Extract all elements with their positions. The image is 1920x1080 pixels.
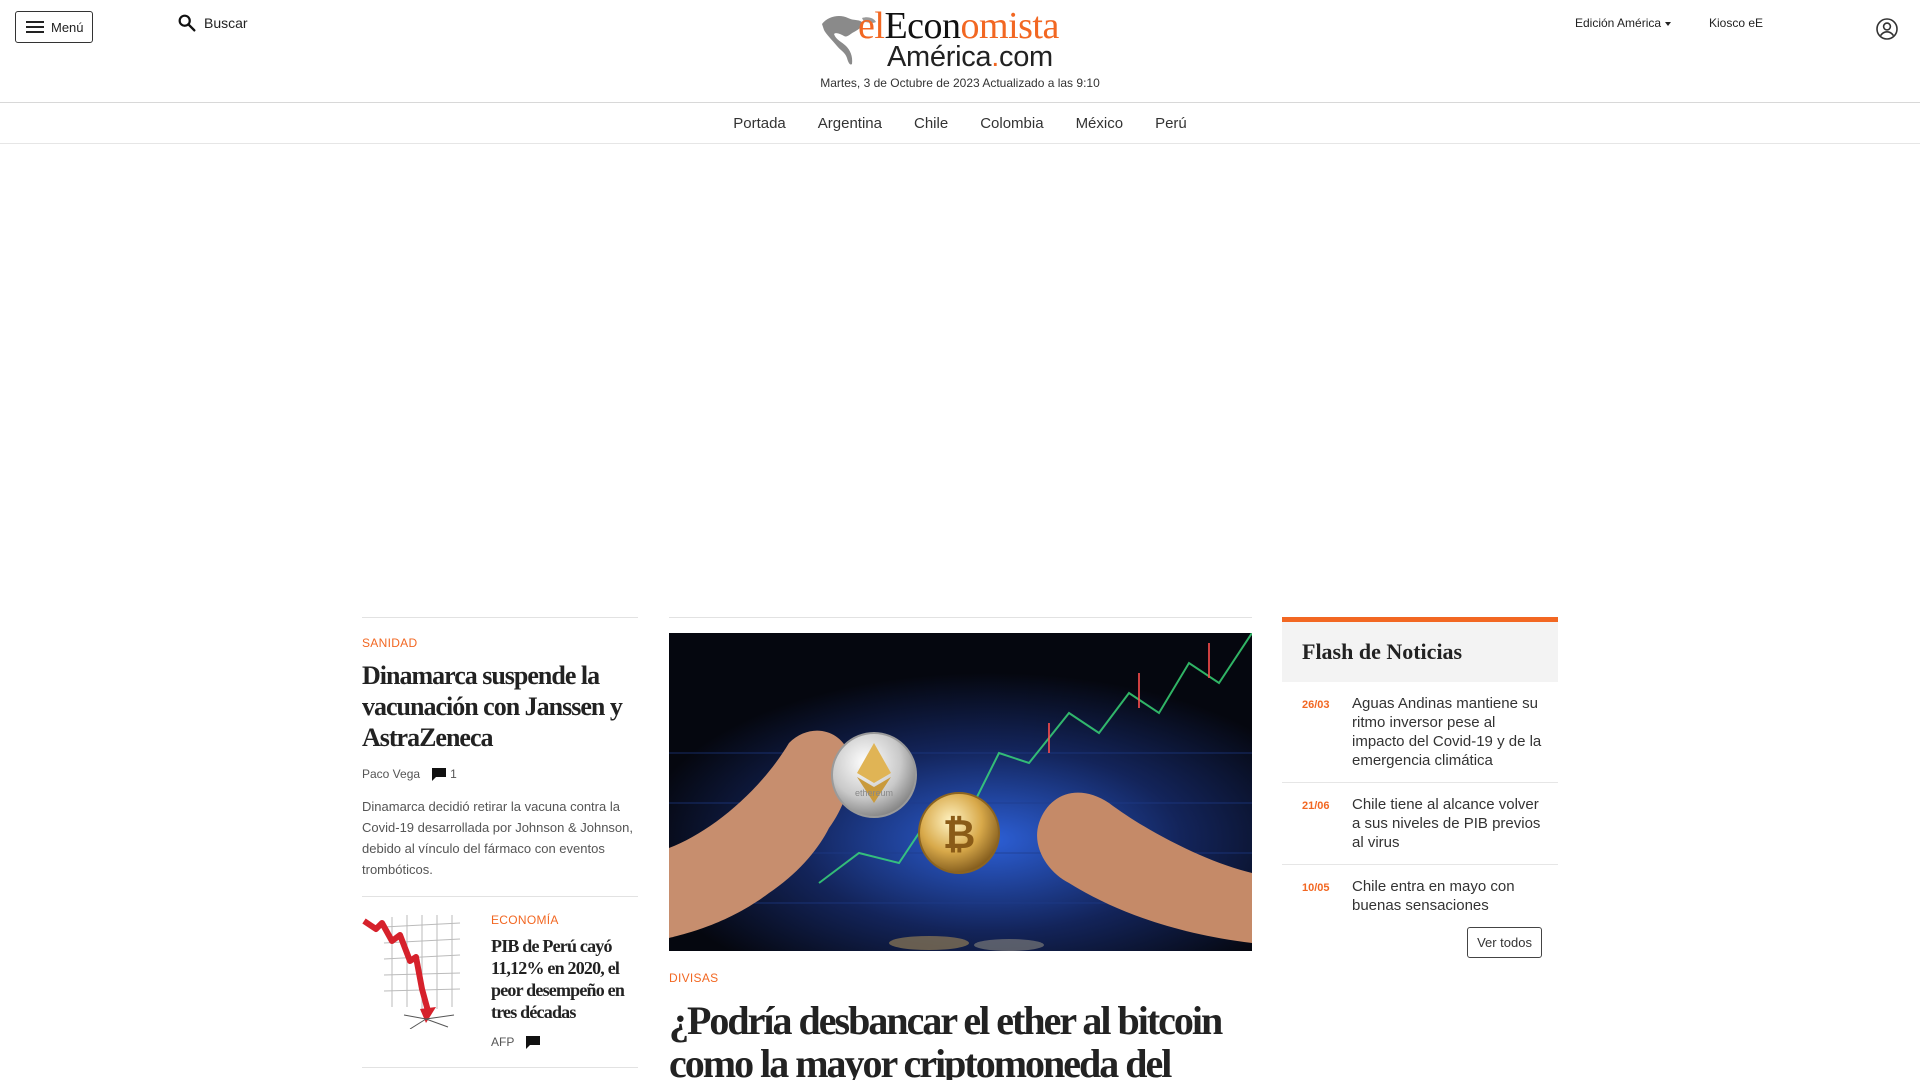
left-column: SANIDAD Dinamarca suspende la vacunación… xyxy=(362,617,638,1068)
comments-link[interactable]: 1 xyxy=(432,767,457,781)
story-text: ECONOMÍA PIB de Perú cayó 11,12% en 2020… xyxy=(491,911,638,1049)
date-line: Martes, 3 de Octubre de 2023 Actualizado… xyxy=(820,76,1100,90)
flash-header: Flash de Noticias xyxy=(1282,617,1558,682)
site-logo[interactable]: elEconomista América.com xyxy=(820,5,1100,73)
nav-item-chile[interactable]: Chile xyxy=(914,115,948,132)
story-kicker[interactable]: DIVISAS xyxy=(669,971,1252,985)
logo-subtitle: América.com xyxy=(887,41,1053,73)
lead-headline[interactable]: ¿Podría desbancar el ether al bitcoin co… xyxy=(669,999,1252,1080)
svg-text:ethereum: ethereum xyxy=(855,788,893,798)
nav-item-mexico[interactable]: México xyxy=(1076,115,1124,132)
hamburger-icon xyxy=(26,21,44,33)
story-headline[interactable]: Dinamarca suspende la vacunación con Jan… xyxy=(362,660,638,753)
story-meta: AFP xyxy=(491,1035,638,1049)
story-kicker[interactable]: SANIDAD xyxy=(362,636,638,650)
flash-title: Flash de Noticias xyxy=(1302,639,1463,664)
story-author[interactable]: AFP xyxy=(491,1035,514,1049)
caret-down-icon xyxy=(1665,21,1672,26)
search-label: Buscar xyxy=(204,15,248,31)
flash-headline[interactable]: Chile entra en mayo con buenas sensacion… xyxy=(1352,877,1544,915)
edition-label: Edición América xyxy=(1575,16,1662,30)
kiosco-link[interactable]: Kiosco eE xyxy=(1709,16,1763,30)
flash-headline[interactable]: Chile tiene al alcance volver a sus nive… xyxy=(1352,795,1544,852)
comment-icon xyxy=(432,767,447,781)
view-all-button[interactable]: Ver todos xyxy=(1467,927,1542,958)
flash-headline[interactable]: Aguas Andinas mantiene su ritmo inversor… xyxy=(1352,694,1544,770)
flash-date: 21/06 xyxy=(1302,800,1330,812)
story-author[interactable]: Paco Vega xyxy=(362,767,420,781)
user-account-icon[interactable] xyxy=(1875,17,1899,41)
flash-item[interactable]: 21/06 Chile tiene al alcance volver a su… xyxy=(1282,783,1558,865)
story-card[interactable]: ECONOMÍA PIB de Perú cayó 11,12% en 2020… xyxy=(362,911,638,1049)
flash-date: 26/03 xyxy=(1302,699,1330,711)
flash-news-widget: Flash de Noticias 26/03 Aguas Andinas ma… xyxy=(1282,617,1558,958)
story-headline[interactable]: PIB de Perú cayó 11,12% en 2020, el peor… xyxy=(491,935,638,1023)
country-nav: Portada Argentina Chile Colombia México … xyxy=(0,103,1920,144)
menu-label: Menú xyxy=(51,19,84,35)
hero-image[interactable]: ethereum ₿ xyxy=(669,633,1252,951)
divider xyxy=(362,617,638,618)
logo-wordmark: elEconomista xyxy=(858,5,1059,47)
flash-item[interactable]: 26/03 Aguas Andinas mantiene su ritmo in… xyxy=(1282,682,1558,783)
divider xyxy=(669,617,1252,618)
divider xyxy=(362,896,638,897)
comment-icon[interactable] xyxy=(526,1035,541,1049)
flash-item[interactable]: 10/05 Chile entra en mayo con buenas sen… xyxy=(1282,865,1558,927)
story-summary: Dinamarca decidió retirar la vacuna cont… xyxy=(362,799,634,877)
search-button[interactable]: Buscar xyxy=(176,12,248,34)
site-header: Menú Buscar elEconomista América.com Mar… xyxy=(0,0,1920,103)
nav-item-peru[interactable]: Perú xyxy=(1155,115,1187,132)
comment-count: 1 xyxy=(450,767,457,781)
nav-item-colombia[interactable]: Colombia xyxy=(980,115,1043,132)
story-kicker[interactable]: ECONOMÍA xyxy=(491,913,638,927)
edition-dropdown[interactable]: Edición América xyxy=(1575,16,1672,30)
search-icon xyxy=(178,14,196,32)
svg-text:₿: ₿ xyxy=(943,812,976,858)
story-meta: Paco Vega 1 xyxy=(362,767,638,781)
menu-button[interactable]: Menú xyxy=(15,11,93,43)
nav-item-argentina[interactable]: Argentina xyxy=(818,115,882,132)
main-column: ethereum ₿ DIVISAS ¿Podría desbancar el … xyxy=(669,617,1252,1080)
nav-item-portada[interactable]: Portada xyxy=(733,115,786,132)
flash-date: 10/05 xyxy=(1302,882,1330,894)
story-thumbnail[interactable] xyxy=(362,911,477,1029)
divider xyxy=(362,1067,638,1068)
